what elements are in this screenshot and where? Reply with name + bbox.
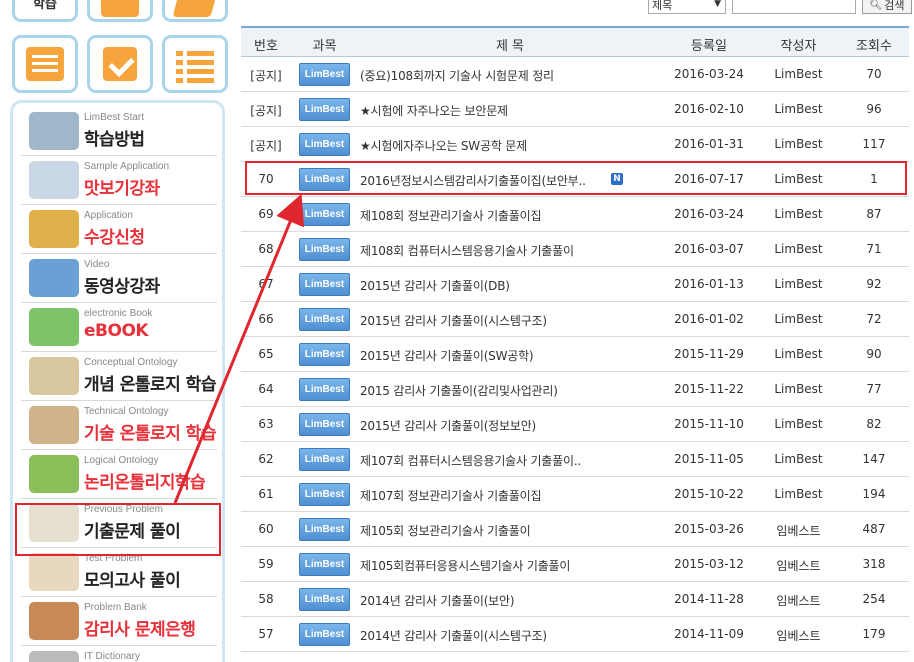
pointer-arrow [173,193,305,504]
